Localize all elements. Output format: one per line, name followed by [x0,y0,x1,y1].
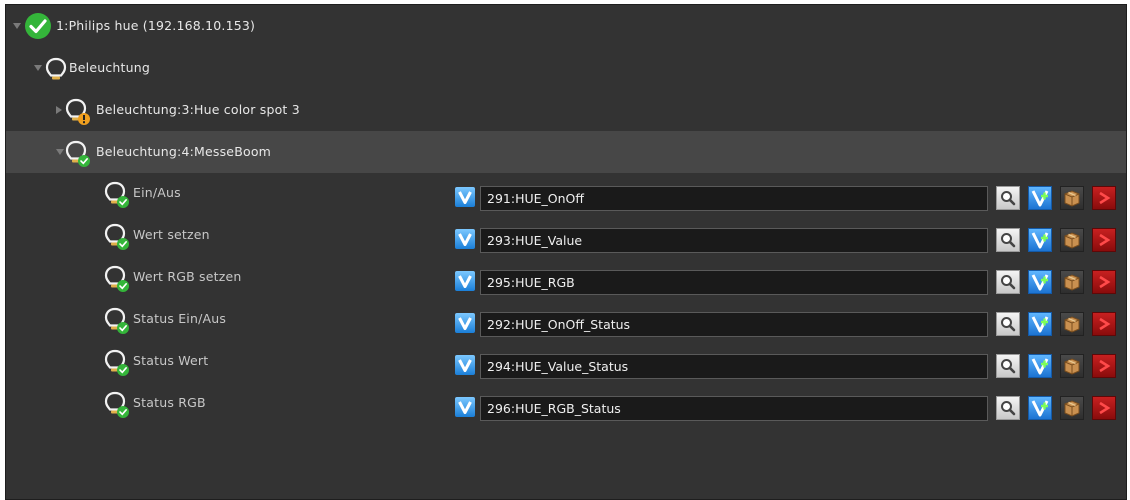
link-variable-button[interactable] [1028,396,1052,420]
box-icon [1064,316,1080,333]
variable-link-icon [1031,316,1049,333]
variable-field[interactable]: 295:HUE_RGB [480,270,988,295]
box-button[interactable] [1060,354,1084,378]
variable-link-icon [1031,232,1049,249]
box-icon [1064,190,1080,207]
status-ok-icon [25,13,51,39]
tree-row-device[interactable]: Beleuchtung:3:Hue color spot 3 [6,89,1126,131]
parameter-row: Status Wert 294:HUE_Value_Status [6,341,1126,383]
variable-field[interactable]: 291:HUE_OnOff [480,186,988,211]
box-button[interactable] [1060,186,1084,210]
bulb-ok-icon [104,391,129,418]
delete-icon [1099,359,1111,373]
link-variable-button[interactable] [1028,354,1052,378]
variable-v-icon [455,355,475,375]
bulb-ok-icon [104,307,129,334]
variable-link-icon [1031,274,1049,291]
bulb-ok-icon [104,181,129,208]
delete-icon [1099,317,1111,331]
variable-field[interactable]: 294:HUE_Value_Status [480,354,988,379]
search-icon [1001,317,1016,332]
search-button[interactable] [996,354,1020,378]
delete-icon [1099,191,1111,205]
variable-v-icon [455,313,475,333]
bulb-warning-icon [65,98,90,125]
bulb-icon [45,57,67,80]
expand-toggle[interactable] [34,65,42,71]
bulb-ok-icon [104,265,129,292]
variable-field[interactable]: 292:HUE_OnOff_Status [480,312,988,337]
parameter-label: Wert setzen [133,227,210,242]
link-variable-button[interactable] [1028,186,1052,210]
search-button[interactable] [996,186,1020,210]
variable-v-icon [455,397,475,417]
box-icon [1064,232,1080,249]
expand-toggle[interactable] [56,106,62,114]
variable-link-icon [1031,400,1049,417]
search-button[interactable] [996,228,1020,252]
tree-label-group: Beleuchtung [69,60,151,75]
delete-button[interactable] [1092,270,1116,294]
device-tree-panel: 1:Philips hue (192.168.10.153) Beleuchtu… [5,4,1127,500]
delete-button[interactable] [1092,396,1116,420]
box-button[interactable] [1060,228,1084,252]
parameter-label: Status RGB [133,395,206,410]
box-icon [1064,358,1080,375]
delete-button[interactable] [1092,312,1116,336]
parameter-row: Status Ein/Aus 292:HUE_OnOff_Status [6,299,1126,341]
bulb-ok-icon [104,223,129,250]
parameter-row: Wert RGB setzen 295:HUE_RGB [6,257,1126,299]
link-variable-button[interactable] [1028,228,1052,252]
tree-label-root: 1:Philips hue (192.168.10.153) [56,18,256,33]
link-variable-button[interactable] [1028,312,1052,336]
parameter-row: Wert setzen 293:HUE_Value [6,215,1126,257]
expand-toggle[interactable] [13,23,21,29]
delete-button[interactable] [1092,354,1116,378]
box-icon [1064,400,1080,417]
search-button[interactable] [996,312,1020,336]
variable-link-icon [1031,190,1049,207]
link-variable-button[interactable] [1028,270,1052,294]
search-button[interactable] [996,396,1020,420]
bulb-ok-icon [65,140,90,167]
delete-icon [1099,275,1111,289]
search-icon [1001,359,1016,374]
parameter-row: Ein/Aus 291:HUE_OnOff [6,173,1126,215]
tree-label-device: Beleuchtung:3:Hue color spot 3 [96,102,300,117]
variable-field[interactable]: 296:HUE_RGB_Status [480,396,988,421]
search-icon [1001,233,1016,248]
bulb-ok-icon [104,349,129,376]
variable-link-icon [1031,358,1049,375]
box-button[interactable] [1060,396,1084,420]
delete-icon [1099,401,1111,415]
box-button[interactable] [1060,312,1084,336]
search-icon [1001,401,1016,416]
tree-label-device: Beleuchtung:4:MesseBoom [96,144,272,159]
variable-v-icon [455,271,475,291]
variable-v-icon [455,229,475,249]
tree-row-device-selected[interactable]: Beleuchtung:4:MesseBoom [6,131,1126,173]
search-button[interactable] [996,270,1020,294]
box-button[interactable] [1060,270,1084,294]
variable-v-icon [455,187,475,207]
search-icon [1001,191,1016,206]
delete-icon [1099,233,1111,247]
delete-button[interactable] [1092,186,1116,210]
expand-toggle[interactable] [56,149,64,155]
delete-button[interactable] [1092,228,1116,252]
parameter-label: Status Ein/Aus [133,311,227,326]
parameter-row: Status RGB 296:HUE_RGB_Status [6,383,1126,425]
variable-field[interactable]: 293:HUE_Value [480,228,988,253]
tree-row-root[interactable]: 1:Philips hue (192.168.10.153) [6,5,1126,47]
tree-row-group[interactable]: Beleuchtung [6,47,1126,89]
parameter-label: Wert RGB setzen [133,269,242,284]
parameter-label: Ein/Aus [133,185,181,200]
parameter-label: Status Wert [133,353,209,368]
box-icon [1064,274,1080,291]
search-icon [1001,275,1016,290]
